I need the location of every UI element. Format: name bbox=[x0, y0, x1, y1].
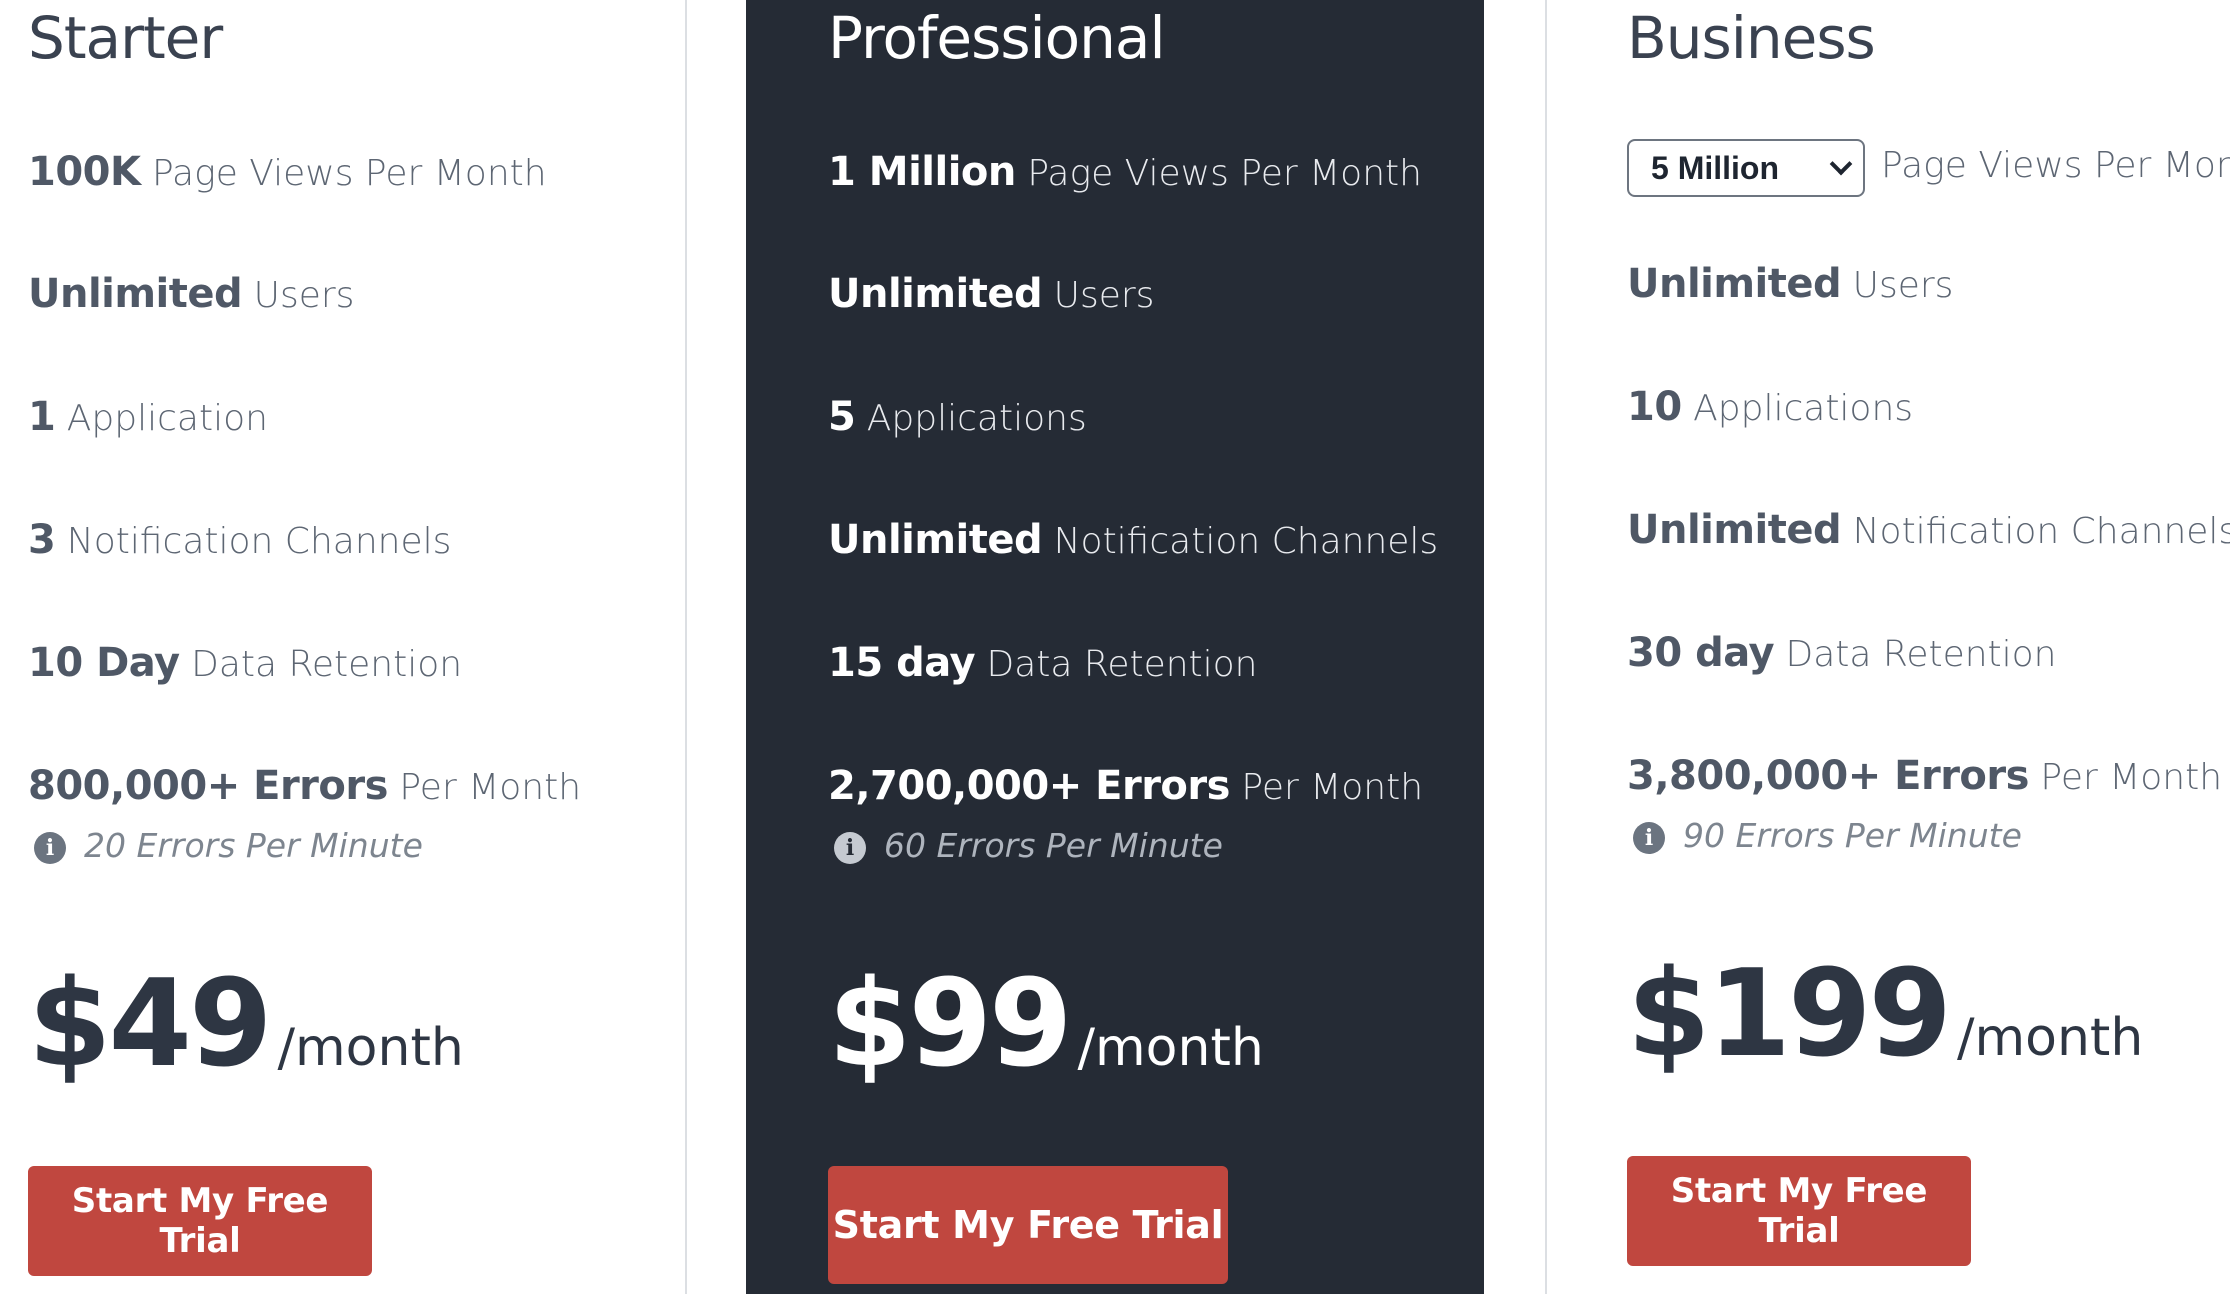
price-period: /month bbox=[1077, 1018, 1264, 1078]
feature-label: Notification Channels bbox=[1852, 511, 2230, 552]
feature-applications: 1 Application bbox=[28, 395, 268, 441]
feature-label: Page Views Per Month bbox=[151, 153, 547, 194]
feature-label: Page Views Per Month bbox=[1881, 145, 2230, 186]
info-circle-icon[interactable]: i bbox=[34, 832, 66, 864]
error-rate-note: i 60 Errors Per Minute bbox=[834, 826, 1223, 866]
feature-label: Applications bbox=[1693, 388, 1914, 429]
feature-notification-channels: Unlimited Notification Channels bbox=[1627, 508, 2230, 554]
feature-value: Unlimited bbox=[828, 271, 1043, 317]
feature-value: 800,000+ Errors bbox=[28, 763, 388, 809]
feature-users: Unlimited Users bbox=[1627, 262, 1953, 308]
feature-label: Notification Channels bbox=[1053, 521, 1439, 562]
error-rate-note: i 90 Errors Per Minute bbox=[1633, 816, 2022, 856]
feature-value: 3,800,000+ Errors bbox=[1627, 753, 2029, 799]
chevron-down-icon bbox=[1829, 152, 1853, 176]
info-circle-icon[interactable]: i bbox=[1633, 822, 1665, 854]
feature-page-views: 1 Million Page Views Per Month bbox=[828, 150, 1422, 196]
column-divider bbox=[685, 0, 687, 1294]
price-amount: $49 bbox=[28, 955, 272, 1094]
start-free-trial-button[interactable]: Start My Free Trial bbox=[1627, 1156, 1971, 1266]
feature-notification-channels: 3 Notification Channels bbox=[28, 518, 451, 564]
feature-applications: 10 Applications bbox=[1627, 385, 1913, 431]
feature-data-retention: 10 Day Data Retention bbox=[28, 641, 462, 687]
price: $199/month bbox=[1627, 945, 2143, 1084]
feature-label: Per Month bbox=[1241, 767, 1424, 808]
feature-label: Data Retention bbox=[191, 644, 463, 685]
plan-card-professional: Professional 1 Million Page Views Per Mo… bbox=[746, 0, 1484, 1294]
page-views-select[interactable]: 5 Million bbox=[1627, 139, 1865, 197]
feature-value: 3 bbox=[28, 517, 56, 563]
feature-page-views: Page Views Per Month bbox=[1881, 144, 2230, 188]
feature-label: Per Month bbox=[399, 767, 582, 808]
feature-value: 100K bbox=[28, 149, 141, 195]
feature-notification-channels: Unlimited Notification Channels bbox=[828, 518, 1438, 564]
feature-label: Applications bbox=[866, 398, 1087, 439]
feature-value: 15 day bbox=[828, 640, 976, 686]
pricing-page: Starter 100K Page Views Per Month Unlimi… bbox=[0, 0, 2230, 1294]
feature-label: Per Month bbox=[2040, 757, 2223, 798]
feature-errors: 800,000+ Errors Per Month bbox=[28, 764, 581, 810]
feature-value: Unlimited bbox=[1627, 261, 1842, 307]
price-amount: $199 bbox=[1627, 945, 1952, 1084]
feature-label: Users bbox=[253, 275, 355, 316]
feature-value: 1 Million bbox=[828, 149, 1016, 195]
feature-users: Unlimited Users bbox=[28, 272, 354, 318]
error-rate-text: 90 Errors Per Minute bbox=[1683, 816, 2022, 855]
feature-label: Data Retention bbox=[1785, 634, 2057, 675]
price-amount: $99 bbox=[828, 955, 1072, 1094]
feature-label: Application bbox=[66, 398, 268, 439]
feature-value: 5 bbox=[828, 394, 856, 440]
feature-value: 1 bbox=[28, 394, 56, 440]
error-rate-text: 20 Errors Per Minute bbox=[84, 826, 423, 865]
plan-card-business: Business 5 Million Page Views Per Month … bbox=[1627, 0, 2230, 1294]
feature-users: Unlimited Users bbox=[828, 272, 1154, 318]
feature-label: Data Retention bbox=[986, 644, 1258, 685]
plan-card-starter: Starter 100K Page Views Per Month Unlimi… bbox=[28, 0, 668, 1294]
plan-title: Business bbox=[1627, 4, 1876, 72]
feature-value: 30 day bbox=[1627, 630, 1775, 676]
feature-label: Page Views Per Month bbox=[1027, 153, 1422, 194]
price-period: /month bbox=[1956, 1008, 2144, 1068]
column-divider bbox=[1545, 0, 1547, 1294]
feature-page-views: 100K Page Views Per Month bbox=[28, 150, 547, 196]
start-free-trial-button[interactable]: Start My Free Trial bbox=[828, 1166, 1228, 1284]
start-free-trial-button[interactable]: Start My Free Trial bbox=[28, 1166, 372, 1276]
feature-value: Unlimited bbox=[1627, 507, 1842, 553]
feature-value: 10 Day bbox=[28, 640, 180, 686]
page-views-selected-value: 5 Million bbox=[1651, 149, 1779, 186]
feature-data-retention: 30 day Data Retention bbox=[1627, 631, 2057, 677]
feature-value: Unlimited bbox=[828, 517, 1043, 563]
feature-value: 2,700,000+ Errors bbox=[828, 763, 1230, 809]
feature-value: Unlimited bbox=[28, 271, 243, 317]
plan-title: Professional bbox=[828, 4, 1166, 72]
feature-label: Users bbox=[1852, 265, 1954, 306]
price-period: /month bbox=[277, 1018, 464, 1078]
plan-title: Starter bbox=[28, 4, 223, 72]
info-circle-icon[interactable]: i bbox=[834, 832, 866, 864]
price: $99/month bbox=[828, 955, 1264, 1094]
feature-value: 10 bbox=[1627, 384, 1682, 430]
feature-applications: 5 Applications bbox=[828, 395, 1087, 441]
feature-errors: 3,800,000+ Errors Per Month bbox=[1627, 754, 2222, 800]
price: $49/month bbox=[28, 955, 464, 1094]
error-rate-note: i 20 Errors Per Minute bbox=[34, 826, 423, 866]
feature-errors: 2,700,000+ Errors Per Month bbox=[828, 764, 1423, 810]
feature-label: Notification Channels bbox=[66, 521, 452, 562]
error-rate-text: 60 Errors Per Minute bbox=[884, 826, 1223, 865]
feature-label: Users bbox=[1053, 275, 1155, 316]
feature-data-retention: 15 day Data Retention bbox=[828, 641, 1258, 687]
